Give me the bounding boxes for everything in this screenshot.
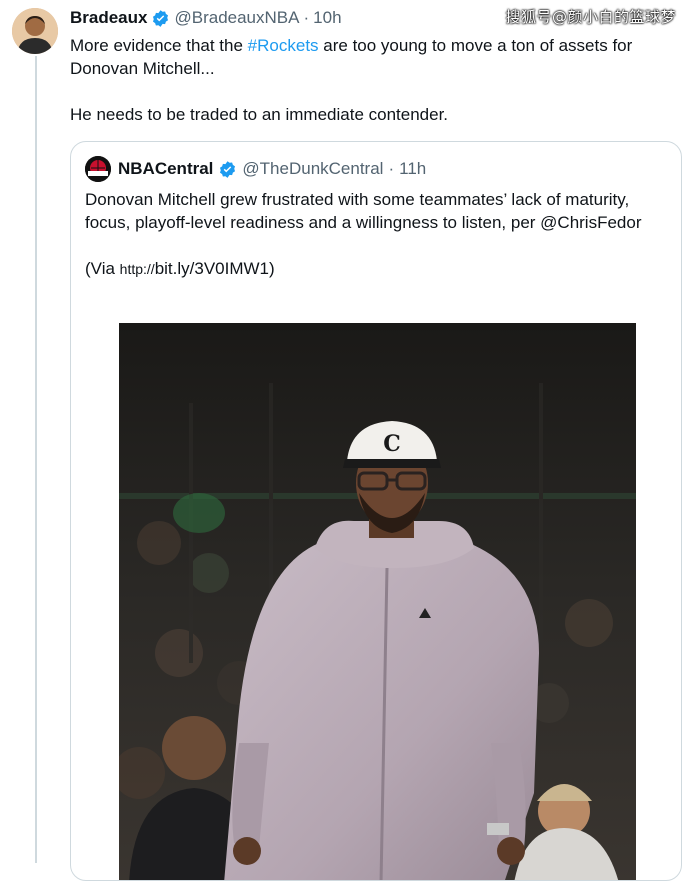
verified-badge-icon (220, 160, 236, 178)
player-photo-image: C (119, 323, 636, 880)
quoted-tweet-timestamp: 11h (399, 159, 427, 178)
tweet-text-line1: More evidence that the #Rockets are too … (70, 36, 633, 78)
tweet-text-line2: He needs to be traded to an immediate co… (70, 105, 449, 124)
quoted-tweet-via: (Via http://bit.ly/3V0IMW1) (85, 259, 275, 278)
quoted-author-name: NBACentral (118, 159, 214, 178)
quoted-tweet-header: NBACentral @TheDunkCentral · 11h (85, 156, 426, 182)
quoted-author-handle: @TheDunkCentral (242, 159, 384, 178)
tweet-header: Bradeaux @BradeauxNBA · 10h (70, 6, 342, 30)
hashtag-link[interactable]: #Rockets (248, 36, 319, 55)
author-name[interactable]: Bradeaux (70, 8, 147, 28)
author-avatar-image (12, 8, 58, 54)
quoted-author-avatar (85, 156, 111, 182)
thread-line (35, 56, 37, 863)
link-url[interactable]: bit.ly/3V0IMW1) (155, 259, 275, 278)
verified-badge-icon (153, 9, 169, 27)
separator-dot: · (303, 8, 310, 27)
svg-text:C: C (383, 431, 401, 457)
author-handle[interactable]: @BradeauxNBA (174, 8, 299, 28)
tweet-text: More evidence that the #Rockets are too … (70, 34, 680, 126)
tweet-timestamp[interactable]: 10h (313, 8, 341, 28)
nba-central-logo-icon (85, 156, 111, 182)
link-protocol[interactable]: http:// (120, 261, 155, 277)
quoted-tweet-card[interactable]: NBACentral @TheDunkCentral · 11h Donovan… (70, 141, 682, 881)
quoted-tweet-photo[interactable]: C (119, 323, 636, 880)
author-avatar[interactable] (12, 8, 58, 54)
quoted-tweet-body: Donovan Mitchell grew frustrated with so… (85, 190, 642, 232)
separator-dot: · (388, 159, 395, 178)
watermark: 搜狐号@颜小白的篮球梦 (505, 8, 676, 26)
quoted-tweet-text: Donovan Mitchell grew frustrated with so… (85, 188, 665, 281)
